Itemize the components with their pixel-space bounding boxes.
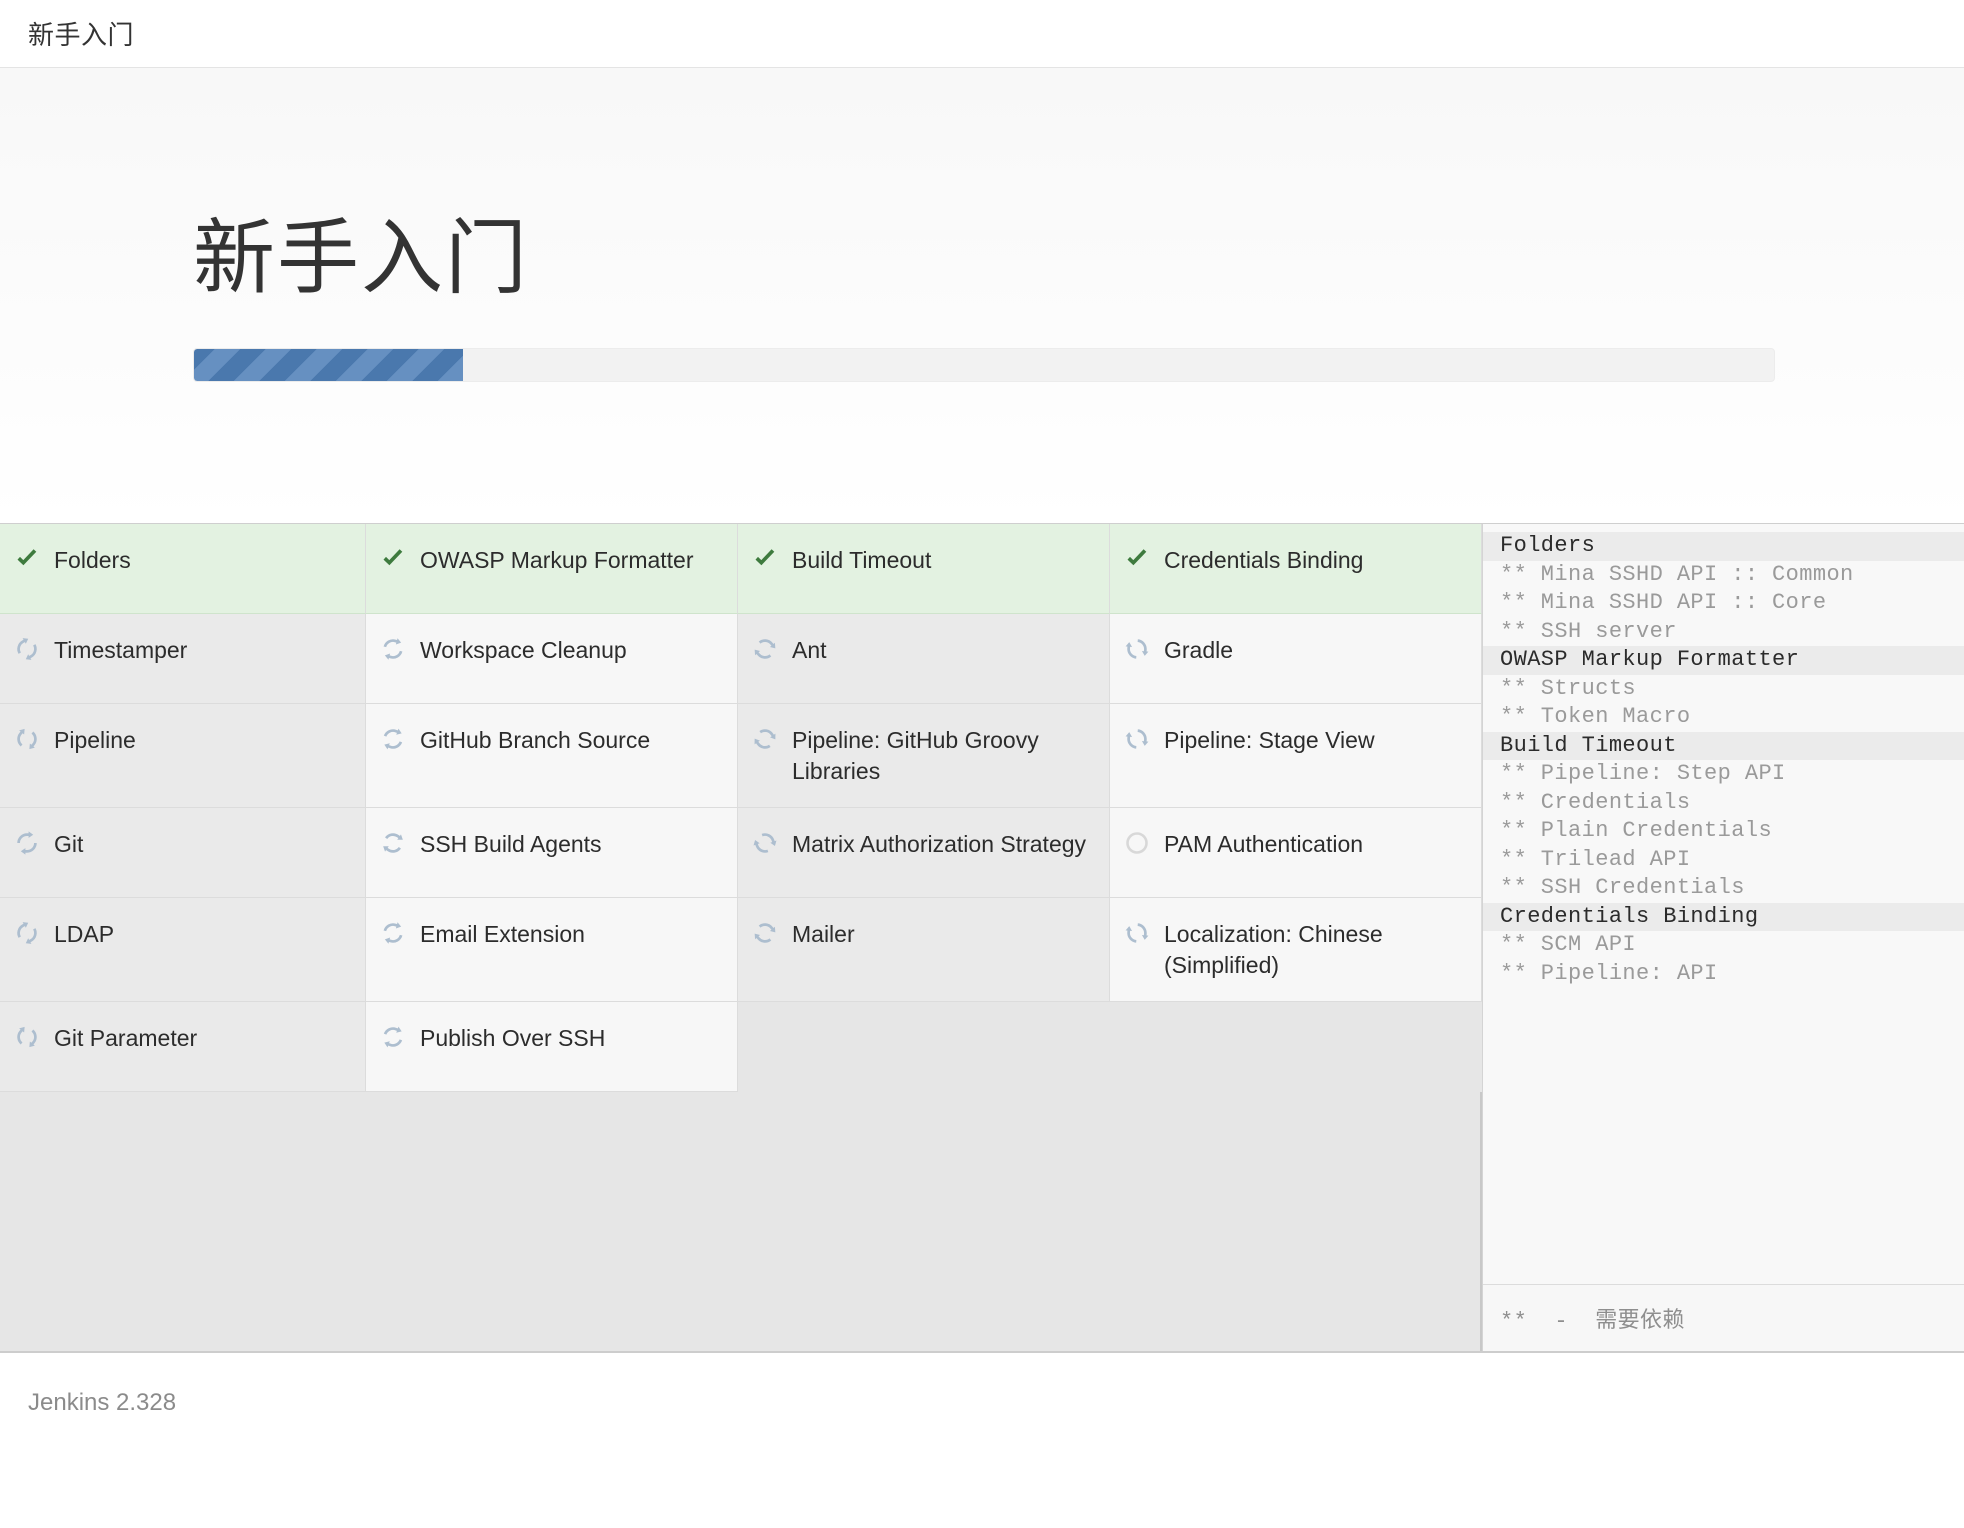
plugin-name-label: Timestamper <box>54 637 188 663</box>
jenkins-version-label: Jenkins 2.328 <box>28 1389 177 1416</box>
log-dependency-line: ** Plain Credentials <box>1483 817 1964 846</box>
plugin-cell: PAM Authentication <box>1110 808 1482 899</box>
plugin-name-label: Folders <box>54 547 131 573</box>
plugin-name-label: PAM Authentication <box>1164 831 1364 858</box>
check-icon <box>752 546 778 572</box>
log-dependency-line: ** SCM API <box>1483 931 1964 960</box>
spinner-icon <box>752 920 778 946</box>
spinner-icon <box>380 1024 406 1050</box>
plugin-name-label: Matrix Authorization Strategy <box>792 831 1087 858</box>
install-log-legend: ** - 需要依赖 <box>1483 1284 1964 1351</box>
plugin-cell: Pipeline <box>0 704 366 809</box>
plugin-cell: Publish Over SSH <box>366 1002 738 1093</box>
log-plugin-line: Build Timeout <box>1483 731 1964 760</box>
plugin-cell: SSH Build Agents <box>366 808 738 899</box>
top-bar: 新手入门 <box>0 0 1964 68</box>
plugin-name-label: Build Timeout <box>792 547 932 573</box>
plugin-cell: Matrix Authorization Strategy <box>738 808 1110 899</box>
top-bar-title: 新手入门 <box>28 20 135 50</box>
plugin-cell: Mailer <box>738 898 1110 1003</box>
log-dependency-line: ** Structs <box>1483 674 1964 703</box>
plugin-name-label: Workspace Cleanup <box>420 637 627 663</box>
spinner-icon <box>380 636 406 662</box>
plugin-name-label: Credentials Binding <box>1164 547 1364 573</box>
plugin-name-label: Localization: Chinese (Simplified) <box>1164 921 1383 979</box>
spinner-icon <box>752 636 778 662</box>
spinner-icon <box>752 830 778 856</box>
plugin-name-label: Git Parameter <box>54 1025 198 1052</box>
plugin-name-label: Pipeline: GitHub Groovy Libraries <box>792 727 1039 785</box>
plugin-name-label: Pipeline: Stage View <box>1164 727 1375 753</box>
plugin-cell: Git <box>0 808 366 899</box>
plugin-name-label: SSH Build Agents <box>420 831 602 858</box>
plugin-name-label: Gradle <box>1164 637 1234 663</box>
log-plugin-line: Folders <box>1483 532 1964 561</box>
log-dependency-line: ** Trilead API <box>1483 845 1964 874</box>
plugin-cell: Pipeline: Stage View <box>1110 704 1482 809</box>
spinner-icon <box>752 726 778 752</box>
hero-inner: 新手入门 <box>0 68 1964 382</box>
page-footer: Jenkins 2.328 <box>0 1353 1964 1453</box>
spinner-icon <box>380 920 406 946</box>
plugin-name-label: Git <box>54 831 84 858</box>
plugin-name-label: Mailer <box>792 921 855 948</box>
plugin-cell: Gradle <box>1110 614 1482 704</box>
install-log-panel[interactable]: Folders ** Mina SSHD API :: Common ** Mina… <box>1482 524 1964 1351</box>
log-plugin-line: OWASP Markup Formatter <box>1483 646 1964 675</box>
plugin-cell: OWASP Markup Formatter <box>366 524 738 614</box>
log-plugin-line: Credentials Binding <box>1483 902 1964 931</box>
spinner-icon <box>380 726 406 752</box>
spinner-icon <box>14 636 40 662</box>
log-dependency-line: ** Mina SSHD API :: Core <box>1483 589 1964 618</box>
spinner-icon <box>14 920 40 946</box>
spinner-icon <box>1124 726 1150 752</box>
plugin-name-label: LDAP <box>54 921 115 948</box>
plugin-cell: Timestamper <box>0 614 366 704</box>
plugin-cell-empty <box>738 1002 1110 1093</box>
page-title: 新手入门 <box>193 213 530 304</box>
log-dependency-line: ** Token Macro <box>1483 703 1964 732</box>
plugin-cell: GitHub Branch Source <box>366 704 738 809</box>
plugin-name-label: Pipeline <box>54 727 136 753</box>
plugin-cell: LDAP <box>0 898 366 1003</box>
log-dependency-line: ** SSH server <box>1483 617 1964 646</box>
plugin-name-label: OWASP Markup Formatter <box>420 547 694 573</box>
plugin-cell: Pipeline: GitHub Groovy Libraries <box>738 704 1110 809</box>
log-dependency-line: ** Pipeline: Step API <box>1483 760 1964 789</box>
log-dependency-line: ** Pipeline: API <box>1483 959 1964 988</box>
plugin-grid: Folders OWASP Markup Formatter Build Timeo… <box>0 524 1482 1093</box>
plugin-cell: Email Extension <box>366 898 738 1003</box>
plugin-grid-panel: Folders OWASP Markup Formatter Build Timeo… <box>0 524 1482 1351</box>
plugin-cell: Localization: Chinese (Simplified) <box>1110 898 1482 1003</box>
spinner-icon <box>1124 636 1150 662</box>
plugin-cell: Workspace Cleanup <box>366 614 738 704</box>
log-dependency-line: ** Mina SSHD API :: Common <box>1483 560 1964 589</box>
check-icon <box>14 546 40 572</box>
install-progress-track <box>193 348 1775 382</box>
log-dependency-line: ** Credentials <box>1483 788 1964 817</box>
spinner-icon <box>1124 920 1150 946</box>
install-log-body: Folders ** Mina SSHD API :: Common ** Mina… <box>1483 524 1964 1284</box>
spinner-icon <box>380 830 406 856</box>
plugin-name-label: Email Extension <box>420 921 585 948</box>
install-progress-bar <box>194 349 463 381</box>
plugin-name-label: Ant <box>792 637 827 663</box>
spinner-icon <box>14 830 40 856</box>
plugin-cell: Credentials Binding <box>1110 524 1482 614</box>
spinner-icon <box>14 726 40 752</box>
plugin-cell: Git Parameter <box>0 1002 366 1093</box>
plugin-cell: Ant <box>738 614 1110 704</box>
installer-area: Folders OWASP Markup Formatter Build Timeo… <box>0 523 1964 1353</box>
plugin-cell: Folders <box>0 524 366 614</box>
plugin-name-label: Publish Over SSH <box>420 1025 606 1052</box>
log-dependency-line: ** SSH Credentials <box>1483 874 1964 903</box>
circle-icon <box>1124 830 1150 856</box>
spinner-icon <box>14 1024 40 1050</box>
plugin-cell: Build Timeout <box>738 524 1110 614</box>
hero-section: 新手入门 <box>0 68 1964 523</box>
check-icon <box>380 546 406 572</box>
plugin-cell-empty <box>1110 1002 1482 1093</box>
plugin-name-label: GitHub Branch Source <box>420 727 651 753</box>
check-icon <box>1124 546 1150 572</box>
